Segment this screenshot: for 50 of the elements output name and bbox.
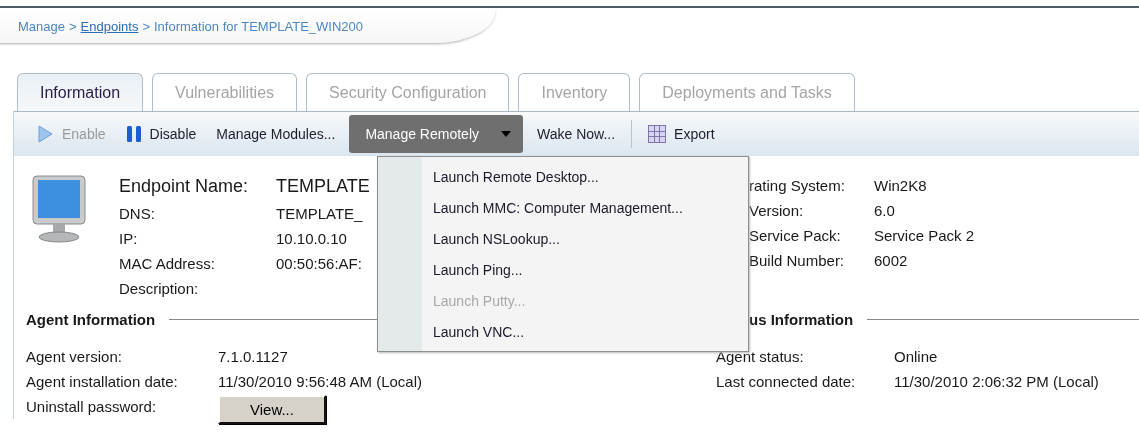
menu-item[interactable]: Launch MMC: Computer Management...: [378, 192, 748, 223]
field-value: 7.1.0.1127: [218, 348, 288, 365]
toolbar-button[interactable]: Export: [638, 115, 725, 153]
play-icon: [36, 125, 54, 143]
view-button[interactable]: View...: [218, 394, 326, 424]
field-label: Version:: [749, 202, 805, 219]
field-label: Service Pack:: [749, 227, 842, 244]
field-value: 00:50:56:AF:: [276, 255, 362, 272]
field-value: 10.10.0.10: [276, 230, 347, 247]
breadcrumb-separator: >: [69, 18, 77, 34]
breadcrumb-link[interactable]: Endpoints: [80, 18, 139, 34]
dropdown-button[interactable]: Manage Remotely: [349, 115, 523, 153]
field-label: MAC Address:: [119, 255, 216, 272]
breadcrumb-text: Manage: [18, 18, 65, 34]
field-label: rating System:: [749, 177, 846, 194]
field-label: DNS:: [119, 205, 156, 222]
field-value: Service Pack 2: [874, 227, 975, 244]
breadcrumb-separator: >: [142, 18, 150, 34]
field-value: 11/30/2010 9:56:48 AM (Local): [218, 373, 423, 390]
tab[interactable]: Information: [17, 73, 144, 111]
menu-item[interactable]: Launch NSLookup...: [378, 223, 748, 254]
breadcrumb-text: Information for TEMPLATE_WIN200: [154, 18, 364, 34]
toolbar-button[interactable]: Manage Modules...: [206, 115, 346, 153]
field-value: TEMPLATE_: [276, 205, 363, 222]
field-value: 6002: [874, 252, 908, 269]
field-label: Description:: [119, 280, 200, 297]
section-title: Agent Information: [26, 310, 156, 328]
field-label: Build Number:: [749, 252, 846, 269]
field-label: Last connected date:: [716, 373, 857, 390]
menu-item[interactable]: Launch VNC...: [378, 316, 748, 347]
field-label: Endpoint Name:: [119, 175, 250, 197]
field-value: Online: [894, 348, 938, 365]
field-label: Agent status:: [716, 348, 805, 365]
menu-item[interactable]: Launch Remote Desktop...: [378, 161, 748, 192]
section-title: us Information: [749, 310, 854, 328]
menu-item[interactable]: Launch Ping...: [378, 254, 748, 285]
pause-icon: [125, 125, 142, 143]
toolbar-button[interactable]: Wake Now...: [527, 115, 626, 153]
field-value: TEMPLATE: [276, 175, 370, 197]
field-value: Win2K8: [874, 177, 927, 194]
field-label: Agent installation date:: [26, 373, 179, 390]
caret-icon: [501, 131, 511, 137]
field-label: Agent version:: [26, 348, 123, 365]
field-value: 6.0: [874, 202, 895, 219]
monitor-icon: [31, 174, 87, 244]
field-label: IP:: [119, 230, 139, 247]
toolbar-button[interactable]: Disable: [115, 115, 207, 153]
grid-icon: [648, 125, 667, 143]
field-label: Uninstall password:: [26, 398, 158, 415]
field-value: 11/30/2010 2:06:32 PM (Local): [894, 373, 1099, 390]
